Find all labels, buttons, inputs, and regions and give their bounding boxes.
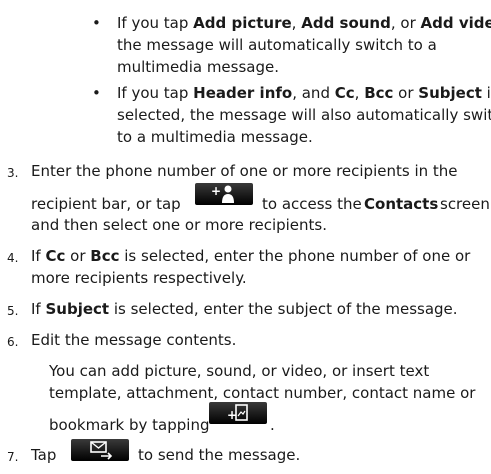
step-3-line-1: Enter the phone number of one or more re… (31, 162, 458, 180)
bullet-1-line-1: If you tap Add picture, Add sound, or Ad… (117, 12, 491, 34)
step-6-period: . (270, 416, 275, 434)
step-3-line-3: and then select one or more recipients. (31, 216, 328, 234)
text-run: , and (292, 84, 335, 102)
bold-term: Header info (193, 84, 293, 102)
text-run: is selected, enter the subject of the me… (109, 300, 458, 318)
step-number: 4. (7, 251, 19, 265)
step-3-line-2d: screen (440, 195, 490, 213)
bold-term: Subject (45, 300, 110, 318)
insert-button[interactable]: + (209, 402, 267, 424)
insert-icon: + (227, 404, 248, 422)
text-run: , or (390, 14, 421, 32)
text-run: If (31, 300, 46, 318)
bold-term: Cc (334, 84, 355, 102)
text-run: or (65, 247, 91, 265)
bullet-dot: • (92, 14, 101, 32)
text-run: , (354, 84, 365, 102)
text-run: is (486, 84, 491, 102)
add-contact-button[interactable]: + (195, 183, 253, 205)
step-6-para-line-2: template, attachment, contact number, co… (49, 384, 476, 402)
step-6-line-1: Edit the message contents. (31, 331, 237, 349)
add-contact-icon: + (211, 184, 234, 203)
step-number: 6. (7, 335, 19, 349)
send-icon (90, 441, 113, 460)
step-4-line-2: more recipients respectively. (31, 269, 247, 287)
step-7-rest: to send the message. (138, 446, 301, 464)
bold-term: Bcc (364, 84, 394, 102)
text-run: If you tap (117, 14, 194, 32)
text-run: selected, the message will also automati… (117, 106, 491, 124)
text-run: , (291, 14, 302, 32)
svg-text:+: + (211, 184, 221, 198)
bold-term: Bcc (90, 247, 120, 265)
step-3-line-2b: to access the (262, 195, 362, 213)
bold-term: Cc (45, 247, 66, 265)
bullet-1-line-3: multimedia message. (117, 56, 279, 78)
step-6-para-line-1: You can add picture, sound, or video, or… (49, 362, 430, 380)
text-run: the message will automatically switch to… (117, 36, 437, 54)
step-number: 3. (7, 166, 19, 180)
step-5-line-1: If Subject is selected, enter the subjec… (31, 298, 458, 320)
text-run: or (393, 84, 419, 102)
send-button[interactable] (71, 439, 129, 461)
bullet-1-line-2: the message will automatically switch to… (117, 34, 437, 56)
step-number: 5. (7, 304, 19, 318)
step-4-line-1: If Cc or Bcc is selected, enter the phon… (31, 245, 470, 267)
text-run: If (31, 247, 46, 265)
bullet-2-line-3: to a multimedia message. (117, 126, 313, 148)
bullet-dot: • (92, 84, 101, 102)
step-number: 7. (7, 450, 19, 464)
bold-term: Add sound (301, 14, 391, 32)
bold-term: Subject (418, 84, 482, 102)
step-7-tap: Tap (31, 446, 57, 464)
text-run: to a multimedia message. (117, 128, 313, 146)
bold-term: Add video (420, 14, 491, 32)
contacts-label: Contacts (364, 195, 439, 213)
text-run: is selected, enter the phone number of o… (119, 247, 471, 265)
step-6-para-line-3: bookmark by tapping (49, 416, 210, 434)
step-3-line-2a: recipient bar, or tap (31, 195, 181, 213)
text-run: multimedia message. (117, 58, 280, 76)
text-run: If you tap (117, 84, 194, 102)
bullet-2-line-1: If you tap Header info, and Cc, Bcc or S… (117, 82, 491, 104)
bullet-2-line-2: selected, the message will also automati… (117, 104, 491, 126)
bold-term: Add picture (193, 14, 292, 32)
